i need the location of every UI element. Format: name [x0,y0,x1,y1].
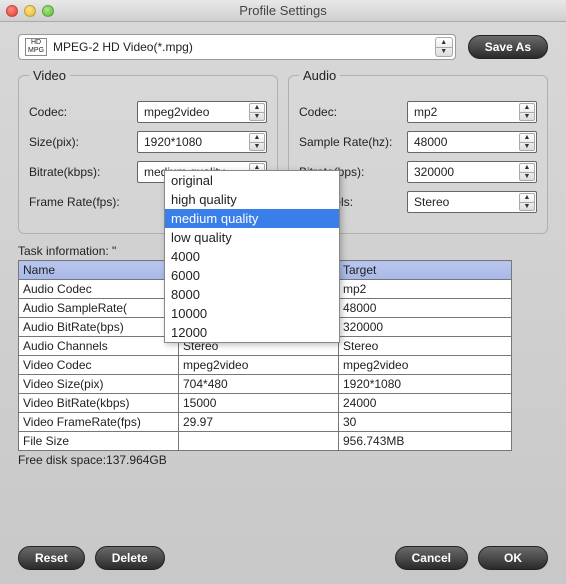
table-row[interactable]: File Size956.743MB [19,432,512,451]
ok-button[interactable]: OK [478,546,548,570]
audio-samplerate-select[interactable]: 48000 ▲▼ [407,131,537,153]
bitrate-option-12000[interactable]: 12000 [165,323,339,342]
video-legend: Video [29,68,70,83]
video-size-select[interactable]: 1920*1080 ▲▼ [137,131,267,153]
col-name: Name [19,261,179,280]
audio-codec-select[interactable]: mp2 ▲▼ [407,101,537,123]
video-bitrate-label: Bitrate(kbps): [29,165,131,179]
audio-bitrate-select[interactable]: 320000 ▲▼ [407,161,537,183]
video-size-label: Size(pix): [29,135,131,149]
bitrate-option-low[interactable]: low quality [165,228,339,247]
save-as-button[interactable]: Save As [468,35,548,59]
stepper-icon: ▲▼ [249,103,265,121]
table-row[interactable]: Video Codecmpeg2videompeg2video [19,356,512,375]
audio-legend: Audio [299,68,340,83]
stepper-icon: ▲▼ [519,103,535,121]
bitrate-option-8000[interactable]: 8000 [165,285,339,304]
video-codec-select[interactable]: mpeg2video ▲▼ [137,101,267,123]
audio-channels-select[interactable]: Stereo ▲▼ [407,191,537,213]
video-bitrate-dropdown[interactable]: original high quality medium quality low… [164,170,340,343]
table-row[interactable]: Video FrameRate(fps)29.9730 [19,413,512,432]
stepper-icon: ▲▼ [249,133,265,151]
bitrate-option-10000[interactable]: 10000 [165,304,339,323]
table-row[interactable]: Video Size(pix)704*4801920*1080 [19,375,512,394]
stepper-icon: ▲▼ [519,133,535,151]
free-disk-label: Free disk space:137.964GB [18,453,548,467]
bitrate-option-4000[interactable]: 4000 [165,247,339,266]
bitrate-option-original[interactable]: original [165,171,339,190]
audio-codec-label: Codec: [299,105,401,119]
profile-stepper[interactable]: ▲▼ [435,37,453,57]
profile-select-value: MPEG-2 HD Video(*.mpg) [53,40,193,54]
table-row[interactable]: Video BitRate(kbps)1500024000 [19,394,512,413]
col-target: Target [339,261,512,280]
bitrate-option-high[interactable]: high quality [165,190,339,209]
reset-button[interactable]: Reset [18,546,85,570]
mpg-file-icon: HD MPG [25,38,47,56]
titlebar: Profile Settings [0,0,566,22]
video-framerate-label: Frame Rate(fps): [29,195,131,209]
profile-select[interactable]: HD MPG MPEG-2 HD Video(*.mpg) ▲▼ [18,34,456,60]
delete-button[interactable]: Delete [95,546,165,570]
bitrate-option-6000[interactable]: 6000 [165,266,339,285]
stepper-icon: ▲▼ [519,163,535,181]
bitrate-option-medium[interactable]: medium quality [165,209,339,228]
stepper-icon: ▲▼ [519,193,535,211]
window-title: Profile Settings [0,3,566,18]
audio-samplerate-label: Sample Rate(hz): [299,135,401,149]
cancel-button[interactable]: Cancel [395,546,468,570]
video-codec-label: Codec: [29,105,131,119]
